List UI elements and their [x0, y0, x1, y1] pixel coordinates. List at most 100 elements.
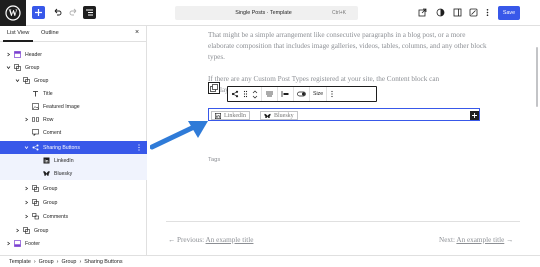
list-item-label: Group — [34, 227, 49, 234]
breadcrumb-item[interactable]: Group — [39, 259, 54, 265]
list-item-label: Sharing Buttons — [43, 144, 80, 151]
toolbar-block-switcher[interactable] — [228, 87, 262, 101]
separator — [166, 221, 520, 222]
undo-button[interactable] — [51, 6, 64, 19]
chevron-right-icon[interactable] — [23, 117, 29, 123]
group-icon — [13, 64, 21, 72]
paragraph-line: If there are any Custom Post Types regis… — [208, 75, 440, 83]
share-icon — [231, 90, 239, 98]
list-item-header[interactable]: Header — [0, 48, 147, 61]
external-link-icon — [418, 8, 427, 17]
canvas-scrollbar[interactable] — [536, 47, 538, 107]
chevron-right-icon[interactable] — [23, 186, 29, 192]
add-block-inserter-button[interactable] — [470, 111, 479, 120]
chevron-down-icon[interactable] — [14, 78, 20, 84]
drag-handle-icon[interactable] — [243, 90, 248, 98]
list-item-title[interactable]: Title — [0, 87, 147, 100]
chevron-right-icon[interactable] — [23, 214, 29, 220]
linkedin-share-button[interactable]: LinkedIn — [211, 111, 250, 120]
list-item-footer[interactable]: Footer — [0, 237, 147, 250]
view-site-button[interactable] — [416, 6, 429, 19]
close-icon[interactable]: × — [135, 29, 139, 36]
list-item-label: Group — [43, 199, 58, 206]
command-palette-bar[interactable]: Single Posts · Template Ctrl+K — [175, 6, 358, 20]
add-block-button[interactable] — [32, 6, 45, 19]
svg-text:in: in — [44, 159, 48, 164]
list-item-label: Group — [43, 185, 58, 192]
breadcrumb-item[interactable]: Template — [9, 259, 31, 265]
plus-icon — [472, 113, 477, 118]
undo-icon — [54, 8, 62, 16]
tab-list-view[interactable]: List View — [7, 30, 29, 36]
list-item-label: Bluesky — [54, 170, 73, 177]
list-item-sharing-buttons[interactable]: Sharing Buttons — [0, 141, 147, 154]
move-up-down-icon[interactable] — [252, 90, 258, 99]
plus-icon — [35, 9, 42, 16]
nav-prefix: Next: — [439, 236, 455, 244]
document-overview-button[interactable] — [83, 6, 96, 19]
list-item-group[interactable]: Group — [0, 74, 147, 87]
sharing-buttons-block[interactable]: LinkedIn Bluesky — [208, 108, 480, 121]
share-button-label: LinkedIn — [224, 112, 246, 119]
list-item-label: Header — [25, 51, 43, 58]
list-item-group[interactable]: Group — [0, 196, 147, 209]
list-view-icon — [86, 9, 93, 16]
breadcrumb-separator: › — [56, 258, 59, 265]
toolbar-options[interactable] — [327, 87, 337, 101]
previous-post-link[interactable]: ← Previous: An example title — [168, 236, 253, 244]
document-title: Single Posts · Template — [235, 10, 292, 16]
linkedin-icon: in — [42, 157, 50, 165]
justify-icon — [266, 91, 273, 97]
save-button[interactable]: Save — [498, 6, 520, 20]
chevron-right-icon[interactable] — [14, 228, 20, 234]
row-icon — [31, 116, 39, 124]
block-breadcrumb: Template › Group › Group › Sharing Butto… — [0, 255, 540, 267]
post-tags: Tags — [208, 157, 221, 163]
list-item-label: Footer — [25, 240, 40, 247]
chevron-down-icon[interactable] — [23, 145, 29, 151]
editor-top-toolbar: W Single Posts · Template Ctrl+K Save — [0, 0, 540, 26]
chevron-right-icon[interactable] — [5, 52, 11, 58]
next-post-link[interactable]: Next: An example title → — [439, 236, 513, 244]
list-item-comments[interactable]: Comments — [0, 210, 147, 223]
chevron-right-icon[interactable] — [23, 200, 29, 206]
list-item-label: Coment — [43, 129, 62, 136]
bluesky-share-button[interactable]: Bluesky — [260, 111, 298, 120]
toggle-icon — [297, 91, 306, 97]
global-styles-button[interactable] — [467, 6, 480, 19]
chevron-right-icon[interactable] — [5, 241, 11, 247]
list-item-group[interactable]: Group — [0, 182, 147, 195]
keyboard-shortcut: Ctrl+K — [331, 10, 346, 16]
title-icon — [31, 90, 39, 98]
comments-icon — [31, 213, 39, 221]
list-item-label: Comments — [43, 213, 69, 220]
toolbar-size[interactable]: Size — [310, 87, 328, 101]
select-parent-button[interactable] — [208, 82, 220, 94]
toolbar-orientation[interactable] — [278, 87, 294, 101]
content-paragraph[interactable]: That might be a simple arrangement like … — [208, 30, 488, 63]
chevron-down-icon[interactable] — [5, 65, 11, 71]
more-vertical-icon[interactable] — [137, 144, 141, 151]
breadcrumb-item[interactable]: Group — [61, 259, 76, 265]
list-item-comment[interactable]: Coment — [0, 126, 147, 139]
list-item-linkedin[interactable]: in LinkedIn — [0, 154, 147, 167]
breadcrumb-item[interactable]: Sharing Buttons — [84, 259, 122, 265]
wordpress-icon: W — [5, 5, 21, 21]
options-button[interactable] — [481, 6, 494, 19]
settings-sidebar-button[interactable] — [451, 6, 464, 19]
redo-button[interactable] — [67, 6, 80, 19]
list-item-label: Title — [43, 90, 53, 97]
list-item-bluesky[interactable]: Bluesky — [0, 167, 147, 180]
list-item-group[interactable]: Group — [0, 224, 147, 237]
list-item-row[interactable]: Row — [0, 113, 147, 126]
toolbar-justify[interactable] — [262, 87, 278, 101]
list-item-featured-image[interactable]: Featured Image — [0, 100, 147, 113]
toolbar-style[interactable] — [294, 87, 310, 101]
tab-outline[interactable]: Outline — [41, 30, 59, 36]
wordpress-logo-button[interactable]: W — [0, 0, 26, 26]
list-view-sidebar: List View Outline × Header Group Group T… — [0, 26, 147, 255]
list-item-group[interactable]: Group — [0, 61, 147, 74]
nav-arrow: → — [506, 236, 514, 244]
group-icon — [31, 199, 39, 207]
styles-button[interactable] — [434, 6, 447, 19]
